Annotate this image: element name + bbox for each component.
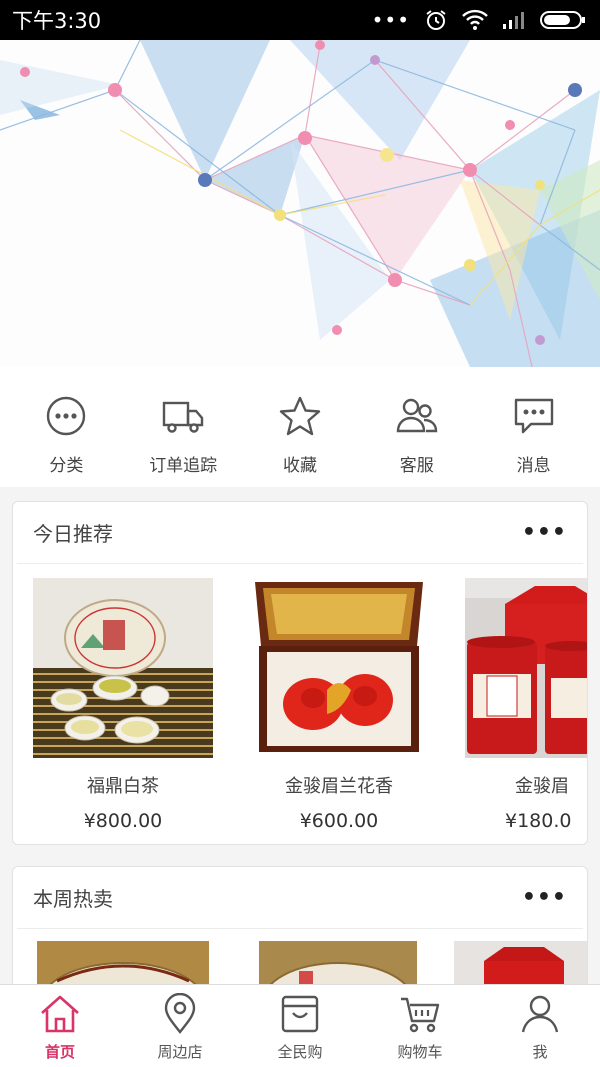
- quick-menu-label: 收藏: [282, 456, 317, 476]
- quick-menu-favorites[interactable]: 收藏: [245, 367, 355, 487]
- product-name: 金骏眉: [515, 776, 569, 797]
- nav-label: 首页: [44, 1043, 75, 1061]
- quick-menu-messages[interactable]: 消息: [479, 367, 589, 487]
- quick-menu-order-tracking[interactable]: 订单追踪: [128, 367, 238, 487]
- product-price: ¥800.00: [83, 810, 163, 832]
- nav-cart[interactable]: 购物车: [365, 985, 475, 1067]
- hero-banner[interactable]: [0, 40, 600, 367]
- nav-label: 周边店: [157, 1043, 203, 1061]
- wifi-icon: [462, 9, 488, 30]
- nav-nearby-stores[interactable]: 周边店: [125, 985, 235, 1067]
- nav-label: 我: [532, 1043, 548, 1061]
- white-tea-image: [33, 578, 213, 758]
- status-icons: •••: [372, 8, 586, 32]
- quick-menu: 分类 订单追踪 收藏 客服 消息: [0, 367, 600, 487]
- gift-box-image: [249, 578, 429, 758]
- cart-icon: [401, 997, 440, 1033]
- product-image: [465, 578, 587, 758]
- chat-bubble-icon: [514, 398, 553, 434]
- more-notifications-icon: •••: [371, 8, 410, 32]
- product-card[interactable]: 金骏眉 ¥180.0: [465, 578, 587, 832]
- quick-menu-label: 分类: [49, 456, 84, 476]
- product-name: 福鼎白茶: [87, 776, 159, 797]
- people-icon: [396, 398, 437, 433]
- banner-graphic: [0, 40, 600, 367]
- nav-profile[interactable]: 我: [485, 985, 595, 1067]
- section-header: 今日推荐 •••: [17, 502, 583, 564]
- section-title: 今日推荐: [33, 522, 113, 546]
- product-price: ¥180.0: [505, 810, 572, 832]
- nav-label: 购物车: [397, 1043, 443, 1061]
- battery-icon: [540, 11, 585, 29]
- product-card[interactable]: 金骏眉兰花香 ¥600.00: [249, 578, 429, 832]
- product-image: [33, 578, 213, 758]
- shopping-bag-icon: [281, 995, 319, 1033]
- nav-label: 全民购: [277, 1043, 323, 1061]
- nav-home[interactable]: 首页: [5, 985, 115, 1067]
- quick-menu-customer-service[interactable]: 客服: [362, 367, 472, 487]
- product-image: [249, 578, 429, 758]
- product-card[interactable]: 福鼎白茶 ¥800.00: [33, 578, 213, 832]
- product-price: ¥600.00: [299, 810, 379, 832]
- section-header: 本周热卖 •••: [17, 867, 583, 929]
- more-options-icon[interactable]: •••: [522, 886, 567, 908]
- delivery-truck-icon: [162, 401, 204, 433]
- status-time: 下午3:30: [12, 9, 102, 33]
- quick-menu-label: 客服: [399, 456, 434, 476]
- red-tea-cans-image: [465, 578, 587, 758]
- status-bar: 下午3:30 •••: [0, 0, 600, 40]
- quick-menu-label: 消息: [516, 456, 551, 476]
- quick-menu-category[interactable]: 分类: [11, 367, 121, 487]
- section-today-recommend: 今日推荐 ••• 福鼎白茶 ¥800.00 金骏眉兰花香 ¥600.00 金骏眉…: [12, 501, 588, 845]
- user-icon: [521, 995, 559, 1033]
- more-dots-circle-icon: [47, 396, 86, 436]
- signal-icon: [503, 12, 524, 29]
- bottom-navigation: 首页 周边店 全民购 购物车 我: [0, 984, 600, 1067]
- nav-group-buy[interactable]: 全民购: [245, 985, 355, 1067]
- product-carousel[interactable]: 福鼎白茶 ¥800.00 金骏眉兰花香 ¥600.00 金骏眉 ¥180.0: [13, 564, 587, 844]
- section-title: 本周热卖: [33, 887, 113, 911]
- alarm-icon: [426, 10, 446, 30]
- product-name: 金骏眉兰花香: [285, 776, 393, 797]
- star-icon: [279, 396, 321, 436]
- location-pin-icon: [164, 993, 196, 1034]
- more-options-icon[interactable]: •••: [522, 521, 567, 543]
- home-icon: [41, 995, 79, 1033]
- quick-menu-label: 订单追踪: [149, 456, 218, 476]
